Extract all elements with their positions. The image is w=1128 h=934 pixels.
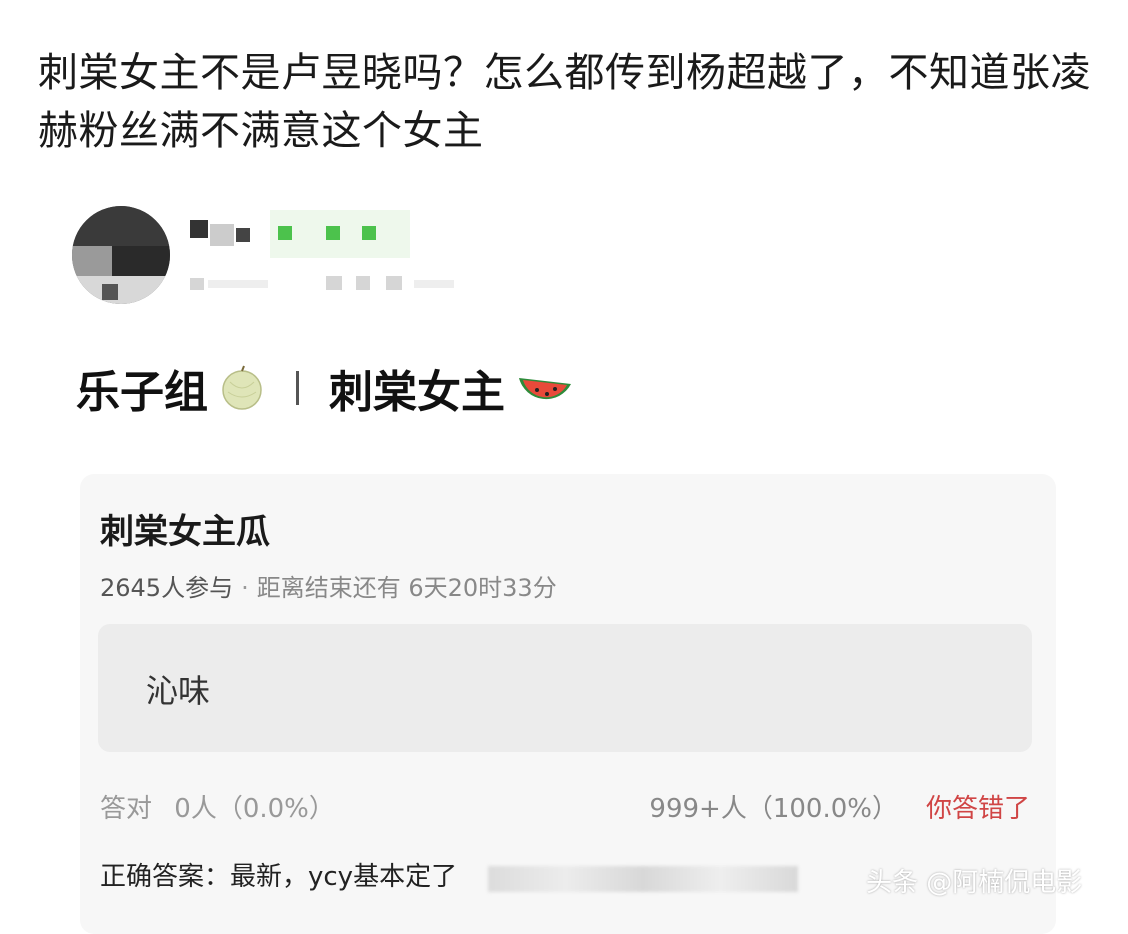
watermark: 头条 @阿楠侃电影: [866, 868, 1083, 898]
quiz-option-label: 沁味: [146, 672, 211, 710]
embedded-post-title: 乐子组 刺棠女主: [76, 358, 575, 418]
title-separator: [296, 371, 299, 405]
faded-top-text: [200, 0, 400, 10]
quiz-title: 刺棠女主瓜: [100, 512, 270, 552]
answer-redacted: [488, 866, 798, 892]
meta-dot: ·: [241, 574, 249, 602]
correct-count: 0人（0.0%）: [174, 794, 335, 824]
wrong-badge: 你答错了: [925, 794, 1030, 824]
countdown: 距离结束还有 6天20时33分: [256, 574, 557, 602]
participants-count: 2645人参与: [100, 574, 234, 602]
title-part-topic: 刺棠女主: [329, 367, 505, 418]
melon-icon: [218, 364, 266, 412]
avatar[interactable]: [72, 206, 170, 304]
correct-stats: 答对 0人（0.0%）: [100, 788, 335, 825]
quiz-meta: 2645人参与 · 距离结束还有 6天20时33分: [100, 568, 557, 603]
chosen-count: 999+人（100.0%）: [649, 794, 898, 824]
post-headline: 刺棠女主不是卢昱晓吗？怎么都传到杨超越了，不知道张凌赫粉丝满不满意这个女主: [38, 50, 1091, 154]
correct-answer: 正确答案：最新，ycy基本定了: [100, 862, 458, 892]
quiz-option[interactable]: 沁味: [98, 624, 1032, 752]
chosen-stats: 999+人（100.0%） 你答错了: [649, 788, 1030, 825]
title-part-group: 乐子组: [76, 367, 208, 418]
post-meta-redacted: [190, 272, 480, 294]
watermelon-icon: [515, 364, 575, 412]
username-redacted: [190, 210, 410, 258]
correct-label: 答对: [100, 794, 153, 824]
